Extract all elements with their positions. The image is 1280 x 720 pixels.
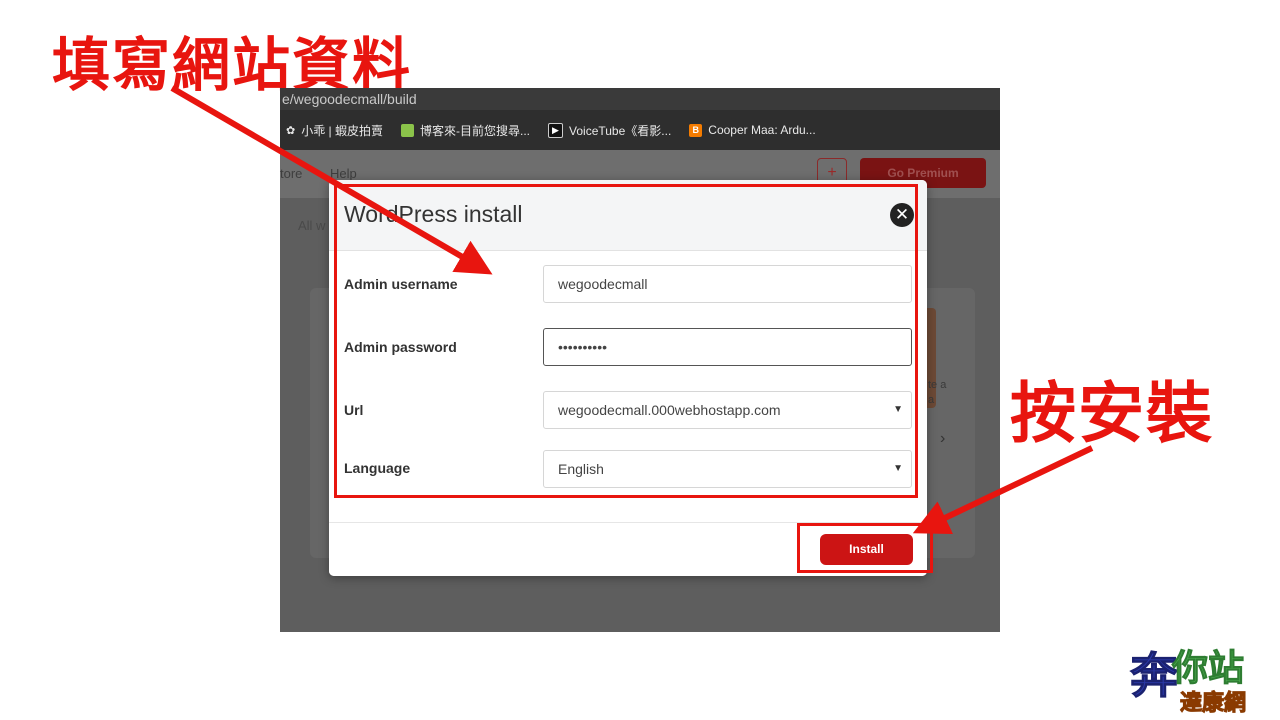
site-logo: 奔 你站 達康網: [1130, 648, 1247, 717]
svg-text:達康網: 達康網: [1180, 690, 1246, 716]
annotation-arrows: [170, 85, 1094, 535]
arrow-to-install: [912, 445, 1094, 535]
svg-text:你站: 你站: [1171, 648, 1244, 689]
arrow-to-form: [170, 85, 493, 275]
